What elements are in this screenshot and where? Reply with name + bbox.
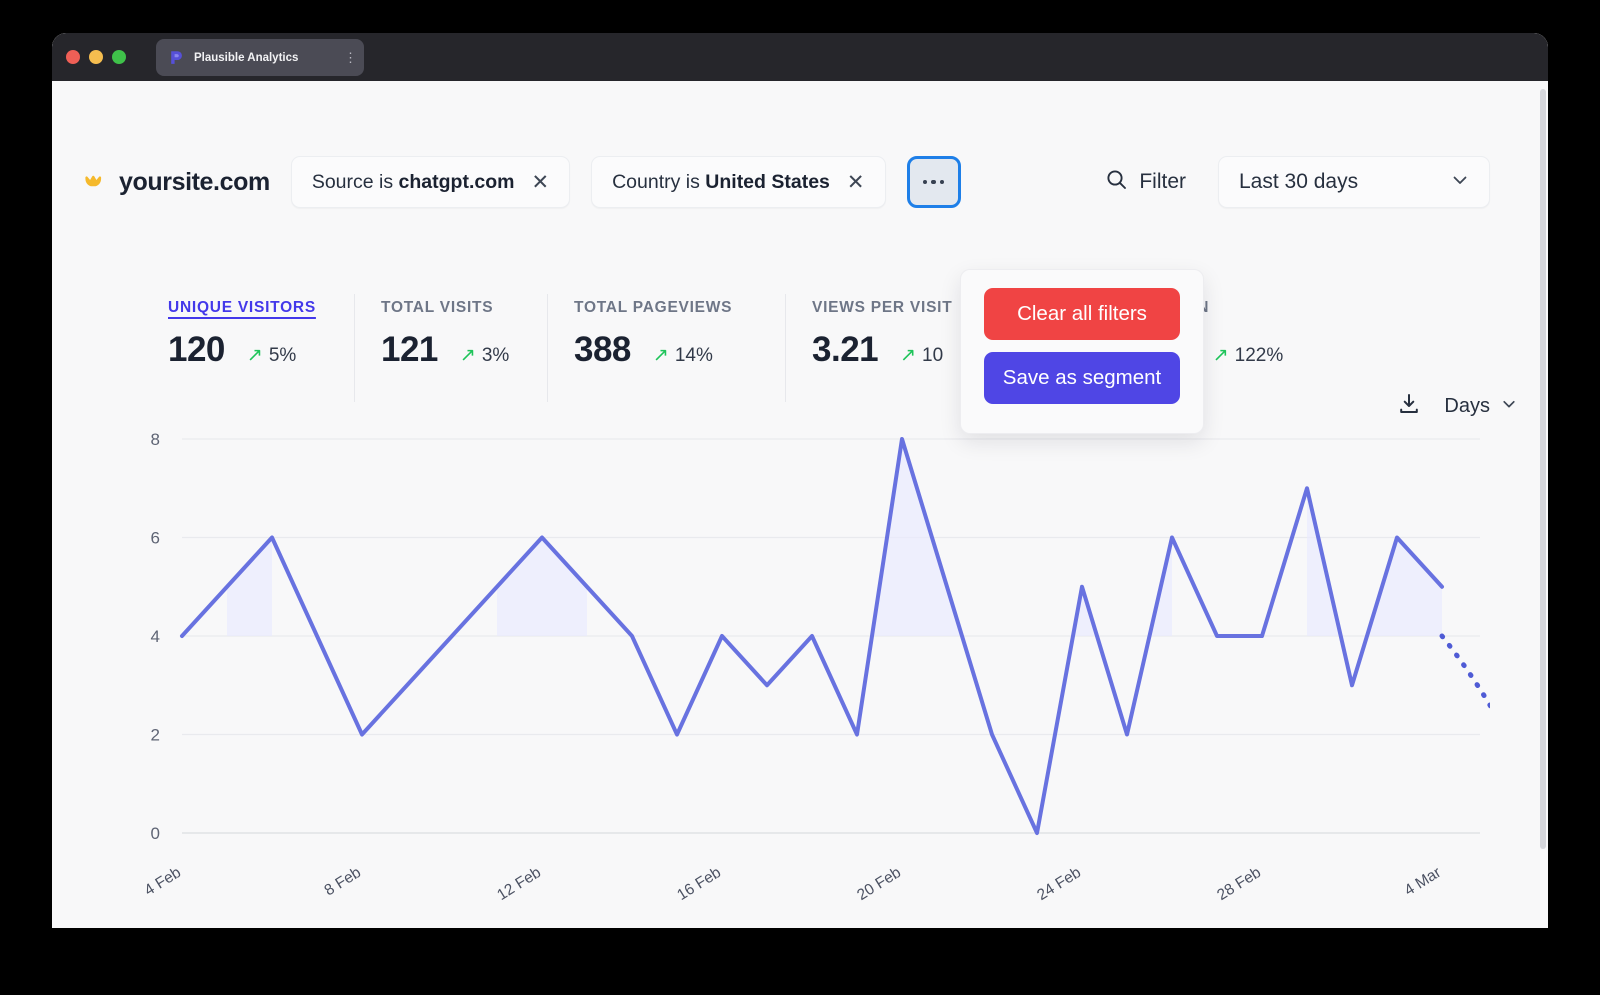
remove-source-filter-icon[interactable]: ✕ bbox=[531, 172, 549, 193]
metric-total-pageviews-label: TOTAL PAGEVIEWS bbox=[574, 299, 785, 317]
trend-up-icon: ↗ bbox=[460, 344, 476, 367]
chart-y-axis-ticks: 0 2 4 6 8 bbox=[151, 430, 160, 843]
remove-country-filter-icon[interactable]: ✕ bbox=[847, 172, 865, 193]
close-window-button[interactable] bbox=[66, 50, 80, 64]
browser-tab[interactable]: Plausible Analytics ⋮ bbox=[156, 39, 364, 76]
metric-total-pageviews-value: 388 bbox=[574, 330, 631, 370]
device-frame: Plausible Analytics ⋮ yoursite.com bbox=[0, 0, 1600, 995]
ellipsis-icon-dot-1 bbox=[923, 180, 928, 185]
clear-all-filters-button[interactable]: Clear all filters bbox=[984, 288, 1180, 340]
save-as-segment-button[interactable]: Save as segment bbox=[984, 352, 1180, 404]
plausible-favicon-icon bbox=[166, 48, 185, 67]
svg-text:4 Mar: 4 Mar bbox=[1402, 864, 1445, 899]
filter-source-value: chatgpt.com bbox=[399, 171, 515, 193]
page-scrollbar-thumb[interactable] bbox=[1540, 89, 1546, 849]
trend-up-icon: ↗ bbox=[653, 344, 669, 367]
svg-text:6: 6 bbox=[151, 529, 160, 548]
svg-text:12 Feb: 12 Feb bbox=[494, 864, 544, 904]
metric-total-visits-change-value: 3% bbox=[482, 345, 509, 367]
chart-gridlines bbox=[182, 439, 1480, 833]
interval-select-label: Days bbox=[1444, 395, 1490, 418]
site-switcher[interactable]: yoursite.com bbox=[80, 168, 270, 197]
svg-text:24 Feb: 24 Feb bbox=[1034, 864, 1084, 904]
metric-views-per-visit-value: 3.21 bbox=[812, 330, 878, 370]
svg-text:4 Feb: 4 Feb bbox=[141, 864, 184, 899]
metric-total-visits-label: TOTAL VISITS bbox=[381, 299, 547, 317]
metric-unique-visitors-row: 120 ↗ 5% bbox=[168, 330, 354, 370]
metric-total-visits-value: 121 bbox=[381, 330, 438, 370]
chart-svg: 0 2 4 6 8 4 Feb 8 Feb 12 Feb 16 Feb 20 Feb 24 Feb… bbox=[80, 421, 1490, 921]
tab-menu-icon[interactable]: ⋮ bbox=[344, 53, 354, 62]
more-filters-button[interactable] bbox=[907, 156, 961, 208]
metric-total-visits-change: ↗ 3% bbox=[460, 344, 509, 367]
svg-text:20 Feb: 20 Feb bbox=[854, 864, 904, 904]
metric-total-pageviews-change: ↗ 14% bbox=[653, 344, 713, 367]
interval-select[interactable]: Days bbox=[1444, 395, 1518, 418]
ellipsis-icon-dot-2 bbox=[931, 180, 936, 185]
filter-pill-country-text: Country is United States bbox=[612, 171, 830, 194]
filter-pill-source[interactable]: Source is chatgpt.com ✕ bbox=[291, 156, 570, 208]
filter-pill-source-text: Source is chatgpt.com bbox=[312, 171, 515, 194]
download-icon[interactable] bbox=[1396, 391, 1422, 422]
visitors-chart[interactable]: 0 2 4 6 8 4 Feb 8 Feb 12 Feb 16 Feb 20 Feb 24 Feb… bbox=[80, 421, 1490, 921]
window-controls bbox=[66, 50, 126, 64]
chevron-down-icon bbox=[1500, 395, 1518, 418]
svg-text:8 Feb: 8 Feb bbox=[321, 864, 364, 899]
metrics-row: UNIQUE VISITORS 120 ↗ 5% TOTAL VISITS 12… bbox=[124, 294, 1490, 402]
browser-titlebar: Plausible Analytics ⋮ bbox=[52, 33, 1548, 81]
filter-source-prefix: Source is bbox=[312, 171, 393, 193]
trend-up-icon: ↗ bbox=[900, 344, 916, 367]
browser-tab-title: Plausible Analytics bbox=[194, 52, 344, 64]
filter-button-label: Filter bbox=[1139, 170, 1186, 194]
svg-text:0: 0 bbox=[151, 824, 160, 843]
metric-unique-visitors-change: ↗ 5% bbox=[247, 344, 296, 367]
metric-unique-visitors[interactable]: UNIQUE VISITORS 120 ↗ 5% bbox=[124, 294, 354, 402]
trend-up-icon: ↗ bbox=[1213, 344, 1229, 367]
metric-total-pageviews-row: 388 ↗ 14% bbox=[574, 330, 785, 370]
maximize-window-button[interactable] bbox=[112, 50, 126, 64]
site-favicon-icon bbox=[82, 169, 108, 195]
search-icon bbox=[1105, 168, 1128, 196]
chart-toolbar: Days bbox=[1396, 391, 1518, 422]
chevron-down-icon bbox=[1449, 169, 1471, 196]
svg-text:4: 4 bbox=[151, 627, 160, 646]
metric-visit-duration-change-value: 122% bbox=[1235, 345, 1284, 367]
filter-country-prefix: Country is bbox=[612, 171, 700, 193]
chart-line-dashed bbox=[1442, 636, 1490, 784]
date-range-select[interactable]: Last 30 days bbox=[1218, 156, 1490, 208]
metric-views-per-visit-change-value: 10 bbox=[922, 345, 943, 367]
minimize-window-button[interactable] bbox=[89, 50, 103, 64]
dashboard-topbar: yoursite.com Source is chatgpt.com ✕ Cou… bbox=[80, 156, 1490, 208]
svg-text:2: 2 bbox=[151, 726, 160, 745]
filter-country-value: United States bbox=[705, 171, 830, 193]
trend-up-icon: ↗ bbox=[247, 344, 263, 367]
ellipsis-icon-dot-3 bbox=[940, 180, 945, 185]
metric-total-visits-row: 121 ↗ 3% bbox=[381, 330, 547, 370]
chart-x-axis-ticks: 4 Feb 8 Feb 12 Feb 16 Feb 20 Feb 24 Feb 28 Feb… bbox=[141, 864, 1444, 904]
site-name: yoursite.com bbox=[119, 168, 270, 197]
metric-total-pageviews[interactable]: TOTAL PAGEVIEWS 388 ↗ 14% bbox=[547, 294, 785, 402]
page-content: yoursite.com Source is chatgpt.com ✕ Cou… bbox=[52, 81, 1548, 928]
svg-text:28 Feb: 28 Feb bbox=[1214, 864, 1264, 904]
metric-views-per-visit-change: ↗ 10 bbox=[900, 344, 943, 367]
metric-total-visits[interactable]: TOTAL VISITS 121 ↗ 3% bbox=[354, 294, 547, 402]
filter-pill-country[interactable]: Country is United States ✕ bbox=[591, 156, 885, 208]
metric-total-pageviews-change-value: 14% bbox=[675, 345, 713, 367]
metric-unique-visitors-change-value: 5% bbox=[269, 345, 296, 367]
svg-text:8: 8 bbox=[151, 430, 160, 449]
filters-dropdown-menu: Clear all filters Save as segment bbox=[960, 269, 1204, 434]
browser-window: Plausible Analytics ⋮ yoursite.com bbox=[52, 33, 1548, 928]
date-range-value: Last 30 days bbox=[1239, 170, 1449, 194]
metric-unique-visitors-label: UNIQUE VISITORS bbox=[168, 299, 354, 317]
filter-button[interactable]: Filter bbox=[1105, 168, 1194, 196]
svg-text:16 Feb: 16 Feb bbox=[674, 864, 724, 904]
metric-unique-visitors-value: 120 bbox=[168, 330, 225, 370]
metric-visit-duration-change: ↗ 122% bbox=[1213, 344, 1284, 367]
